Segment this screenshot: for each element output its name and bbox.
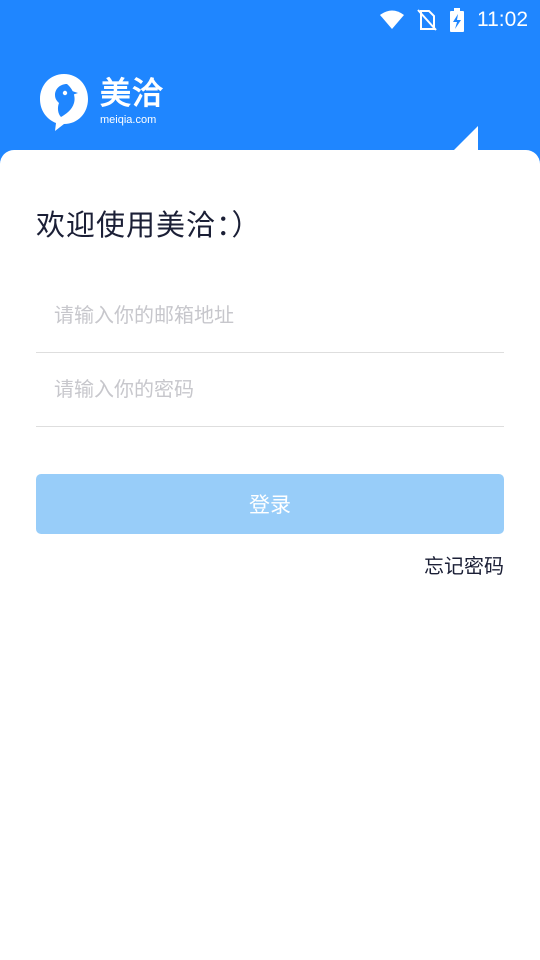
status-time: 11:02 bbox=[477, 8, 528, 31]
wifi-icon bbox=[379, 10, 405, 30]
brand-domain: meiqia.com bbox=[100, 114, 157, 126]
brand-name: 美洽 bbox=[100, 76, 164, 112]
speech-bubble-notch bbox=[454, 126, 478, 150]
email-field[interactable] bbox=[36, 278, 504, 352]
no-sim-icon bbox=[417, 9, 437, 31]
forgot-password-link[interactable]: 忘记密码 bbox=[424, 550, 504, 579]
battery-charging-icon bbox=[449, 8, 465, 32]
welcome-heading: 欢迎使用美洽：） bbox=[36, 208, 262, 242]
login-button[interactable]: 登录 bbox=[36, 474, 504, 534]
email-field-container bbox=[36, 278, 504, 353]
password-field-container bbox=[36, 352, 504, 427]
brand-logo: 美洽 meiqia.com bbox=[38, 72, 164, 132]
password-field[interactable] bbox=[36, 352, 504, 426]
login-card: 欢迎使用美洽：） 登录 忘记密码 bbox=[0, 126, 540, 960]
meiqia-bird-bubble-icon bbox=[40, 74, 88, 131]
status-bar: 11:02 bbox=[0, 0, 540, 40]
